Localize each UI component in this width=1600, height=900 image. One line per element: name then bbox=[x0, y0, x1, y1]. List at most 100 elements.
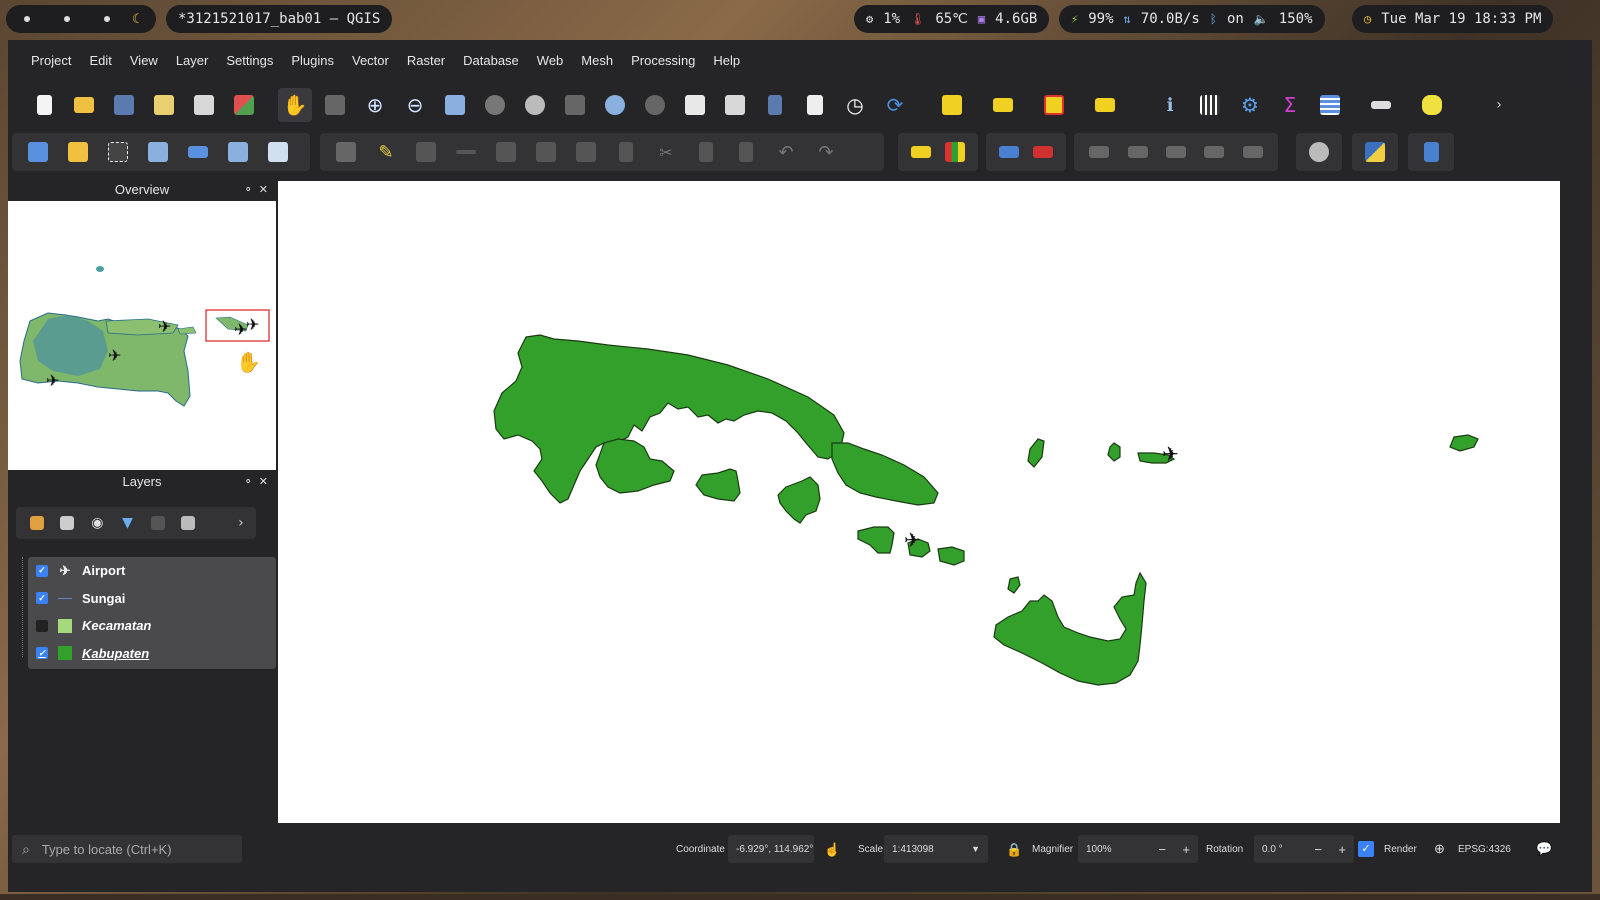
layer-row-kecamatan[interactable]: Kecamatan bbox=[28, 612, 276, 640]
options-button[interactable]: ⚙ bbox=[1233, 88, 1267, 122]
map-feature-island[interactable] bbox=[595, 438, 675, 494]
paste-features-button[interactable] bbox=[729, 135, 763, 169]
dock-controls[interactable]: ⚬✕ bbox=[244, 183, 274, 196]
map-feature-island[interactable] bbox=[831, 442, 939, 506]
mouse-capture-icon[interactable]: ☝ bbox=[824, 842, 840, 858]
add-feature-button[interactable] bbox=[489, 135, 523, 169]
highlight-pinned-labels-button[interactable] bbox=[995, 135, 1023, 169]
workspace-dot[interactable] bbox=[24, 16, 30, 22]
add-group-button[interactable] bbox=[55, 510, 79, 536]
temporal-controller-button[interactable]: ◷ bbox=[838, 88, 872, 122]
expand-all-button[interactable] bbox=[176, 510, 200, 536]
render-checkbox[interactable]: ✓ bbox=[1358, 841, 1374, 857]
zoom-native-button[interactable] bbox=[558, 88, 592, 122]
menu-edit[interactable]: Edit bbox=[80, 53, 120, 68]
minus-icon[interactable]: − bbox=[1314, 842, 1322, 857]
locator-bar[interactable]: ⌕ Type to locate (Ctrl+K) bbox=[12, 835, 242, 863]
new-3d-view-button[interactable] bbox=[718, 88, 752, 122]
new-map-view-button[interactable] bbox=[678, 88, 712, 122]
menu-plugins[interactable]: Plugins bbox=[282, 53, 343, 68]
digitize-line-button[interactable] bbox=[449, 135, 483, 169]
menu-view[interactable]: View bbox=[121, 53, 167, 68]
map-feature-island[interactable] bbox=[695, 468, 741, 502]
new-geopackage-layer-button[interactable] bbox=[61, 135, 95, 169]
menu-processing[interactable]: Processing bbox=[622, 53, 704, 68]
diagram-settings-button[interactable] bbox=[941, 135, 969, 169]
zoom-next-button[interactable] bbox=[638, 88, 672, 122]
measure-button[interactable] bbox=[1364, 88, 1398, 122]
open-layer-styling-button[interactable] bbox=[25, 510, 49, 536]
plus-icon[interactable]: + bbox=[1182, 842, 1190, 857]
toggle-label-display-button[interactable] bbox=[1029, 135, 1057, 169]
select-by-location-button[interactable] bbox=[1088, 88, 1122, 122]
map-feature-island[interactable] bbox=[777, 476, 821, 524]
messages-icon[interactable]: 💬 bbox=[1536, 841, 1552, 857]
new-temp-scratch-layer-button[interactable] bbox=[101, 135, 135, 169]
new-project-button[interactable] bbox=[27, 88, 61, 122]
show-bookmarks-button[interactable] bbox=[798, 88, 832, 122]
layer-row-sungai[interactable]: ✓ Sungai bbox=[28, 585, 276, 613]
coordinate-field[interactable]: -6.929°, 114.962° bbox=[728, 835, 814, 863]
zoom-full-button[interactable] bbox=[438, 88, 472, 122]
zoom-last-button[interactable] bbox=[598, 88, 632, 122]
identify-button[interactable]: ℹ bbox=[1153, 88, 1187, 122]
menu-mesh[interactable]: Mesh bbox=[572, 53, 622, 68]
map-feature-island[interactable] bbox=[1107, 442, 1121, 462]
map-feature-island[interactable] bbox=[1027, 438, 1045, 468]
move-label-button[interactable] bbox=[1160, 135, 1192, 169]
rotation-spinbox[interactable]: 0.0 ° − + bbox=[1254, 835, 1354, 863]
zoom-out-button[interactable]: ⊖ bbox=[398, 88, 432, 122]
vertex-tool-button[interactable] bbox=[529, 135, 563, 169]
volume-icon[interactable]: 🔈 bbox=[1254, 12, 1269, 26]
layer-checkbox[interactable]: ✓ bbox=[36, 647, 48, 660]
lock-icon[interactable]: 🔒 bbox=[1006, 842, 1022, 858]
delete-selected-button[interactable] bbox=[609, 135, 643, 169]
dock-controls[interactable]: ⚬✕ bbox=[244, 475, 274, 488]
toolbar-overflow-button[interactable]: › bbox=[1482, 88, 1516, 122]
workspace-dot[interactable] bbox=[104, 16, 110, 22]
deselect-button[interactable] bbox=[1037, 88, 1071, 122]
pin-label-button[interactable] bbox=[1083, 135, 1115, 169]
quickmapservices-button[interactable] bbox=[1305, 135, 1333, 169]
open-project-button[interactable] bbox=[67, 88, 101, 122]
add-mesh-layer-button[interactable] bbox=[221, 135, 255, 169]
statistics-button[interactable] bbox=[1193, 88, 1227, 122]
layer-checkbox[interactable]: ✓ bbox=[36, 564, 48, 577]
filter-by-expression-button[interactable] bbox=[146, 510, 170, 536]
overview-panel[interactable]: ✈ ✈ ✈ ✈ ✈ ✋ bbox=[8, 201, 276, 470]
help-button[interactable] bbox=[1417, 135, 1445, 169]
map-feature-island[interactable] bbox=[1449, 434, 1479, 452]
menu-settings[interactable]: Settings bbox=[217, 53, 282, 68]
minus-icon[interactable]: − bbox=[1158, 842, 1166, 857]
style-manager-button[interactable] bbox=[227, 88, 261, 122]
menu-raster[interactable]: Raster bbox=[398, 53, 454, 68]
magnifier-spinbox[interactable]: 100% − + bbox=[1078, 835, 1198, 863]
python-console-button[interactable] bbox=[1361, 135, 1389, 169]
scale-combobox[interactable]: 1:413098 ▼ bbox=[884, 835, 988, 863]
clock[interactable]: ◷ Tue Mar 19 18:33 PM bbox=[1352, 5, 1554, 33]
layer-checkbox[interactable]: ✓ bbox=[36, 592, 48, 605]
menu-help[interactable]: Help bbox=[704, 53, 749, 68]
menu-vector[interactable]: Vector bbox=[343, 53, 398, 68]
menu-layer[interactable]: Layer bbox=[167, 53, 218, 68]
undo-button[interactable]: ↶ bbox=[769, 135, 803, 169]
cut-features-button[interactable]: ✂ bbox=[649, 135, 683, 169]
workspace-indicator[interactable]: ☾ bbox=[6, 5, 156, 33]
map-feature-island[interactable] bbox=[857, 526, 895, 554]
layout-manager-button[interactable] bbox=[187, 88, 221, 122]
map-feature-island[interactable] bbox=[1007, 576, 1021, 594]
add-virtual-layer-button[interactable] bbox=[261, 135, 295, 169]
menu-database[interactable]: Database bbox=[454, 53, 528, 68]
toggle-editing-button[interactable]: ✎ bbox=[369, 135, 403, 169]
layer-checkbox[interactable] bbox=[36, 619, 48, 632]
refresh-button[interactable]: ⟳ bbox=[878, 88, 912, 122]
zoom-in-button[interactable]: ⊕ bbox=[358, 88, 392, 122]
new-spatial-bookmark-button[interactable] bbox=[758, 88, 792, 122]
menu-web[interactable]: Web bbox=[528, 53, 573, 68]
field-calculator-button[interactable]: Σ bbox=[1273, 88, 1307, 122]
layer-row-airport[interactable]: ✓ ✈ Airport bbox=[28, 557, 276, 585]
redo-button[interactable]: ↷ bbox=[809, 135, 843, 169]
add-raster-layer-button[interactable] bbox=[181, 135, 215, 169]
manage-map-themes-button[interactable]: ◉ bbox=[85, 510, 109, 536]
zoom-layer-button[interactable] bbox=[518, 88, 552, 122]
